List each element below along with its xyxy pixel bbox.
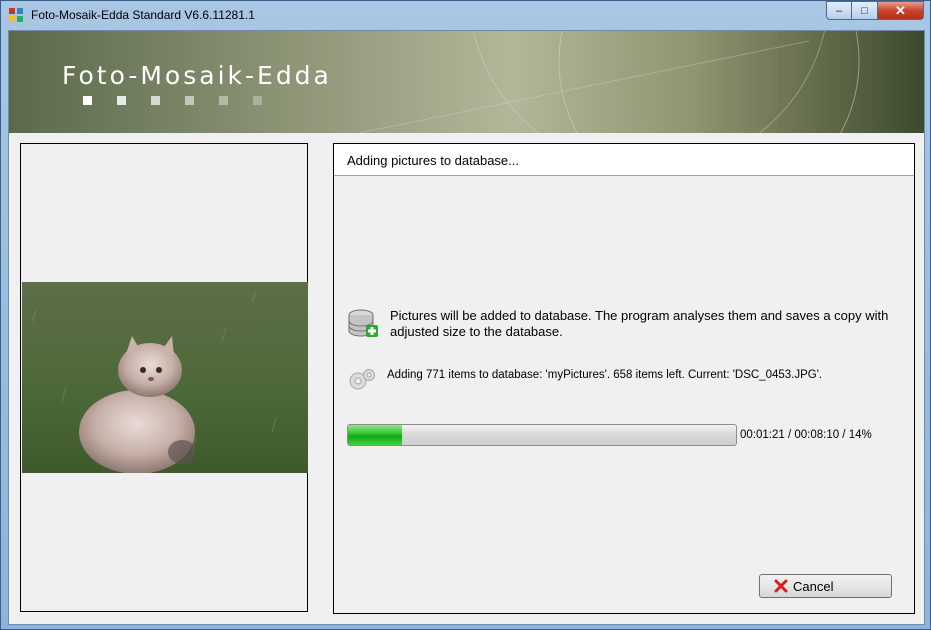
logo-dot — [219, 96, 228, 105]
logo-dot — [151, 96, 160, 105]
app-window: Foto-Mosaik-Edda Standard V6.6.11281.1 –… — [0, 0, 931, 630]
window-controls: – □ ✕ — [826, 1, 924, 21]
progress-bar-fill — [348, 425, 403, 445]
database-add-icon — [348, 309, 378, 337]
logo-dot — [185, 96, 194, 105]
logo-dot — [83, 96, 92, 105]
close-button[interactable]: ✕ — [878, 1, 924, 20]
progress-panel: Adding pictures to database... Pictures … — [333, 143, 915, 614]
window-title: Foto-Mosaik-Edda Standard V6.6.11281.1 — [31, 8, 255, 22]
panel-header: Adding pictures to database... — [334, 144, 914, 176]
preview-panel — [20, 143, 308, 612]
logo-dot — [253, 96, 262, 105]
logo-dots — [83, 96, 287, 105]
logo-dot — [117, 96, 126, 105]
client-area: Foto-Mosaik-Edda Adding pictures to data… — [8, 30, 925, 625]
title-bar[interactable]: Foto-Mosaik-Edda Standard V6.6.11281.1 –… — [1, 1, 930, 29]
cancel-x-icon — [774, 579, 788, 593]
info-message: Pictures will be added to database. The … — [390, 308, 889, 339]
minimize-button[interactable]: – — [826, 1, 852, 20]
status-message: Adding 771 items to database: 'myPicture… — [387, 369, 823, 381]
progress-bar — [347, 424, 737, 446]
panel-title: Adding pictures to database... — [347, 153, 520, 168]
cancel-label: Cancel — [793, 578, 834, 594]
cat-photo — [22, 282, 308, 473]
header-banner: Foto-Mosaik-Edda — [9, 31, 924, 133]
progress-text: 00:01:21 / 00:08:10 / 14% — [740, 429, 872, 441]
gears-icon — [349, 369, 375, 390]
logo-text: Foto-Mosaik-Edda — [62, 61, 332, 90]
app-icon — [9, 8, 23, 22]
cancel-button[interactable]: Cancel — [759, 574, 892, 598]
maximize-button[interactable]: □ — [852, 1, 878, 20]
